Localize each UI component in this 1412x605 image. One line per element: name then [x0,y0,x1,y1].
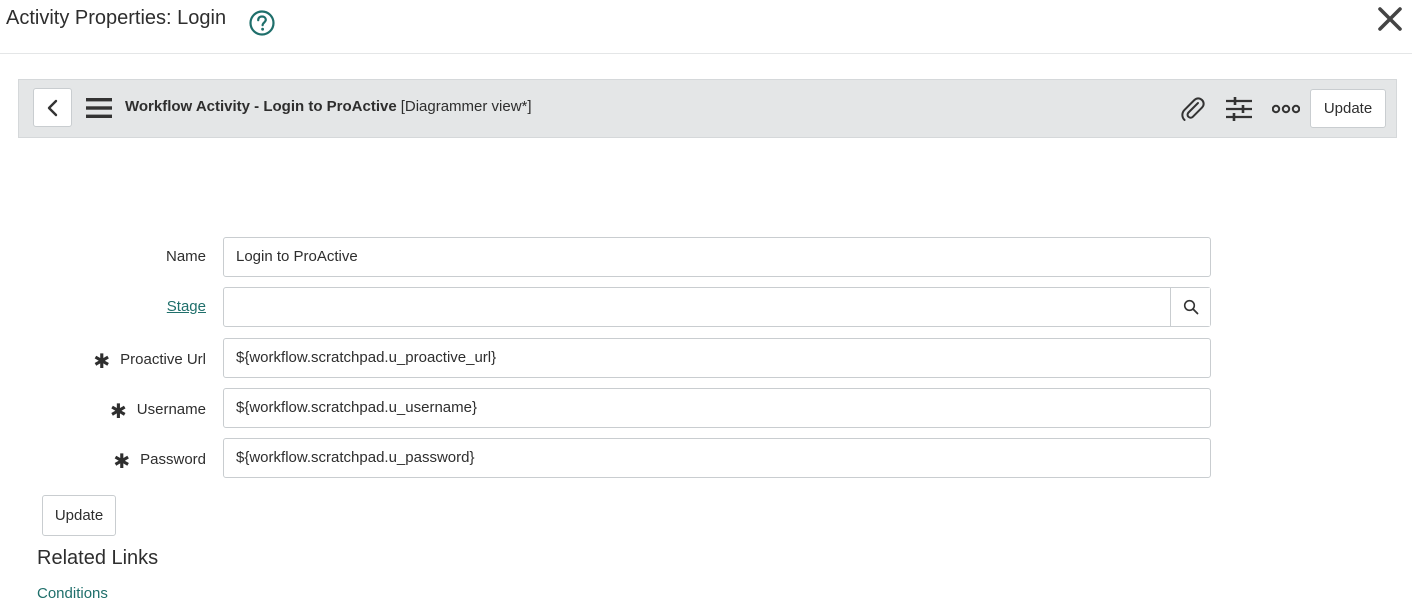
dialog-title: Activity Properties: Login [6,7,227,29]
password-label: ✱ Password [0,449,206,474]
more-options-icon[interactable] [1272,102,1300,116]
record-title: Workflow Activity - Login to ProActive [125,98,397,115]
close-icon[interactable] [1376,5,1404,33]
proactive-url-field[interactable]: ${workflow.scratchpad.u_proactive_url} [223,338,1211,378]
header-update-button[interactable]: Update [1310,89,1386,128]
mandatory-marker: ✱ [93,351,111,373]
update-button[interactable]: Update [42,495,116,536]
stage-input[interactable] [224,288,1170,326]
dialog-titlebar: Activity Properties: Login [0,0,1412,54]
proactive-url-label-text: Proactive Url [120,351,206,368]
sliders-icon[interactable] [1226,96,1252,122]
password-field[interactable]: ${workflow.scratchpad.u_password} [223,438,1211,478]
search-icon [1183,299,1198,315]
password-label-text: Password [140,451,206,468]
name-field[interactable]: Login to ProActive [223,237,1211,277]
related-link-conditions[interactable]: Conditions [37,585,108,602]
stage-label: Stage [0,298,206,315]
related-links-title: Related Links [37,547,159,569]
help-circle-icon[interactable] [249,10,275,36]
name-label: Name [0,248,206,265]
username-field[interactable]: ${workflow.scratchpad.u_username} [223,388,1211,428]
username-label: ✱ Username [0,399,206,424]
proactive-url-label: ✱ Proactive Url [0,349,206,374]
username-label-text: Username [136,401,206,418]
mandatory-marker: ✱ [110,401,127,423]
hamburger-menu-icon[interactable] [86,96,112,120]
mandatory-marker: ✱ [113,451,131,473]
stage-reference-field [223,287,1211,327]
stage-label-link[interactable]: Stage [167,298,206,315]
chevron-left-icon [47,99,57,116]
form-header: Workflow Activity - Login to ProActive [D… [18,79,1397,138]
form-header-title: Workflow Activity - Login to ProActive [D… [125,98,532,115]
back-button[interactable] [33,88,72,127]
name-label-text: Name [165,248,206,265]
stage-lookup-button[interactable] [1170,288,1210,326]
paperclip-icon[interactable] [1179,95,1207,123]
view-label: [Diagrammer view*] [400,98,532,115]
